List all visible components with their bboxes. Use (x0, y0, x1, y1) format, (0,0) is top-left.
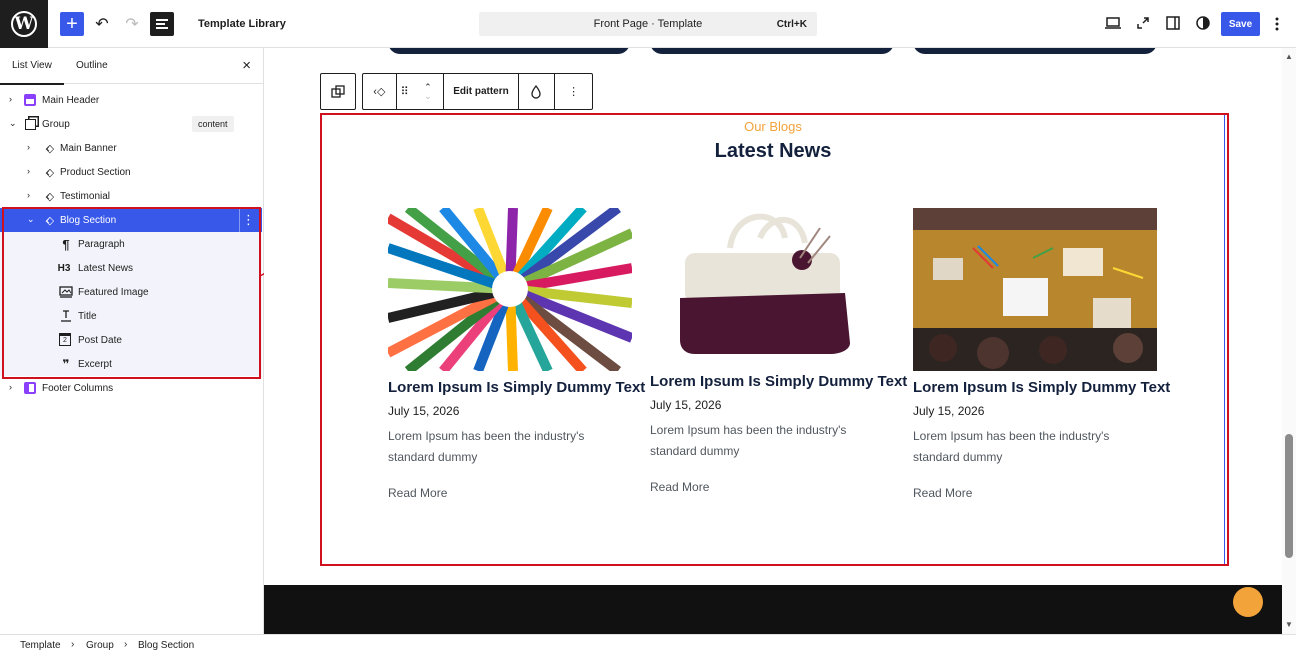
edit-pattern-button[interactable]: Edit pattern (444, 74, 519, 109)
post-excerpt: Lorem Ipsum has been the industry's stan… (650, 423, 847, 458)
list-item-main-header[interactable]: › Main Header (0, 88, 262, 112)
list-view-sidebar: List View Outline × › Main Header ⌄ Grou… (0, 48, 264, 634)
featured-image-crafting-table (913, 208, 1157, 371)
blog-card: Lorem Ipsum Is Simply Dummy Text July 15… (650, 208, 907, 494)
more-options-icon[interactable]: ⋮ (555, 74, 592, 109)
pattern-icon: ‹◇ (45, 166, 54, 179)
breadcrumb-blog-section: Blog Section (138, 640, 195, 651)
featured-image-pencils (388, 208, 632, 371)
options-kebab-icon[interactable] (1274, 16, 1280, 32)
list-item-label: Footer Columns (42, 383, 114, 394)
keyboard-shortcut: Ctrl+K (776, 19, 807, 30)
breadcrumb-group[interactable]: Group (86, 640, 114, 651)
list-item-label: Product Section (60, 167, 131, 178)
list-item-product-section[interactable]: › ‹◇ Product Section (0, 160, 262, 184)
prev-section-button (650, 48, 894, 54)
document-overview-button[interactable] (150, 12, 174, 36)
post-date: July 15, 2026 (913, 404, 985, 418)
content-badge: content (192, 116, 234, 132)
chevron-right-icon[interactable]: › (9, 94, 12, 104)
tab-outline[interactable]: Outline (76, 60, 108, 71)
breadcrumb-template[interactable]: Template (20, 640, 61, 651)
blog-card: Lorem Ipsum Is Simply Dummy Text July 15… (913, 208, 1170, 500)
blog-card: Lorem Ipsum Is Simply Dummy Text July 15… (388, 208, 645, 500)
external-link-icon[interactable] (1136, 16, 1150, 30)
pattern-icon: ‹◇ (45, 190, 54, 203)
latest-news-heading: Latest News (714, 140, 832, 162)
list-item-testimonial[interactable]: › ‹◇ Testimonial (0, 184, 262, 208)
post-title[interactable]: Lorem Ipsum Is Simply Dummy Text (650, 373, 907, 390)
command-palette-button[interactable]: Front Page · Template Ctrl+K (479, 12, 817, 36)
list-item-footer-columns[interactable]: › Footer Columns (0, 376, 262, 400)
close-icon[interactable]: × (242, 57, 251, 74)
save-button[interactable]: Save (1221, 12, 1260, 36)
chevron-right-icon[interactable]: › (27, 190, 30, 200)
post-date: July 15, 2026 (650, 398, 722, 412)
footer-section[interactable] (264, 585, 1282, 634)
annotation-highlight-box (2, 207, 261, 379)
pattern-icon[interactable]: ‹◇ (363, 74, 397, 109)
featured-image-knitted-bag (650, 208, 894, 365)
template-part-icon (23, 93, 37, 107)
desktop-preview-icon[interactable] (1105, 17, 1121, 29)
add-block-button[interactable]: + (60, 12, 84, 36)
post-excerpt: Lorem Ipsum has been the industry's stan… (388, 429, 585, 464)
prev-section-button (388, 48, 630, 54)
editor-top-bar: W + ↶ ↷ Template Library Front Page · Te… (0, 0, 1296, 48)
chevron-down-icon[interactable]: ⌄ (9, 118, 17, 129)
chevron-right-icon[interactable]: › (9, 382, 12, 392)
list-item-group[interactable]: ⌄ Group content (0, 112, 262, 136)
blog-eyebrow: Our Blogs (744, 119, 802, 134)
read-more-link[interactable]: Read More (388, 486, 634, 500)
document-title: Front Page · Template (593, 18, 703, 30)
scroll-down-icon[interactable]: ▼ (1285, 620, 1293, 629)
sidebar-tabs: List View Outline × (0, 48, 263, 85)
list-item-label: Group (42, 119, 70, 130)
scroll-to-top-button[interactable] (1233, 587, 1263, 617)
wordpress-logo-button[interactable]: W (0, 0, 48, 48)
breadcrumb-separator-icon: › (124, 639, 128, 650)
redo-icon[interactable]: ↷ (120, 12, 144, 36)
template-part-icon (23, 381, 37, 395)
scrollbar-thumb[interactable] (1285, 434, 1293, 558)
prev-section-button (913, 48, 1157, 54)
sidebar-toggle-icon[interactable] (1166, 16, 1180, 30)
editor-canvas[interactable]: ‹◇ ⠿ ⌃ ⌄ Edit pattern ⋮ Our Blogs Latest… (264, 48, 1282, 634)
post-date: July 15, 2026 (388, 404, 460, 418)
list-item-label: Main Header (42, 95, 100, 106)
breadcrumb-separator-icon: › (71, 639, 75, 650)
read-more-link[interactable]: Read More (913, 486, 1159, 500)
list-view-icon (156, 17, 168, 31)
post-excerpt: Lorem Ipsum has been the industry's stan… (913, 429, 1110, 464)
chevron-right-icon[interactable]: › (27, 142, 30, 152)
style-contrast-icon[interactable] (1196, 16, 1210, 30)
select-parent-button[interactable] (320, 73, 356, 110)
group-icon (331, 84, 345, 98)
template-library-title: Template Library (198, 18, 286, 30)
move-arrows[interactable]: ⌃ ⌄ (413, 74, 445, 109)
move-down-icon[interactable]: ⌄ (424, 91, 432, 101)
post-title[interactable]: Lorem Ipsum Is Simply Dummy Text (913, 379, 1170, 396)
drag-handle-icon[interactable]: ⠿ (397, 74, 413, 109)
drop-color-icon[interactable] (519, 74, 556, 109)
scroll-up-icon[interactable]: ▲ (1285, 52, 1293, 61)
canvas-scrollbar[interactable]: ▲ ▼ (1282, 48, 1296, 634)
list-item-label: Testimonial (60, 191, 111, 202)
block-breadcrumb: Template › Group › Blog Section (0, 634, 1296, 654)
tab-list-view[interactable]: List View (0, 60, 64, 85)
undo-icon[interactable]: ↶ (90, 12, 114, 36)
read-more-link[interactable]: Read More (650, 480, 896, 494)
wordpress-icon: W (11, 11, 37, 37)
block-toolbar: ‹◇ ⠿ ⌃ ⌄ Edit pattern ⋮ (362, 73, 593, 110)
group-icon (23, 117, 37, 131)
post-title[interactable]: Lorem Ipsum Is Simply Dummy Text (388, 379, 645, 396)
list-item-main-banner[interactable]: › ‹◇ Main Banner (0, 136, 262, 160)
list-item-label: Main Banner (60, 143, 117, 154)
chevron-right-icon[interactable]: › (27, 166, 30, 176)
pattern-icon: ‹◇ (45, 142, 54, 155)
